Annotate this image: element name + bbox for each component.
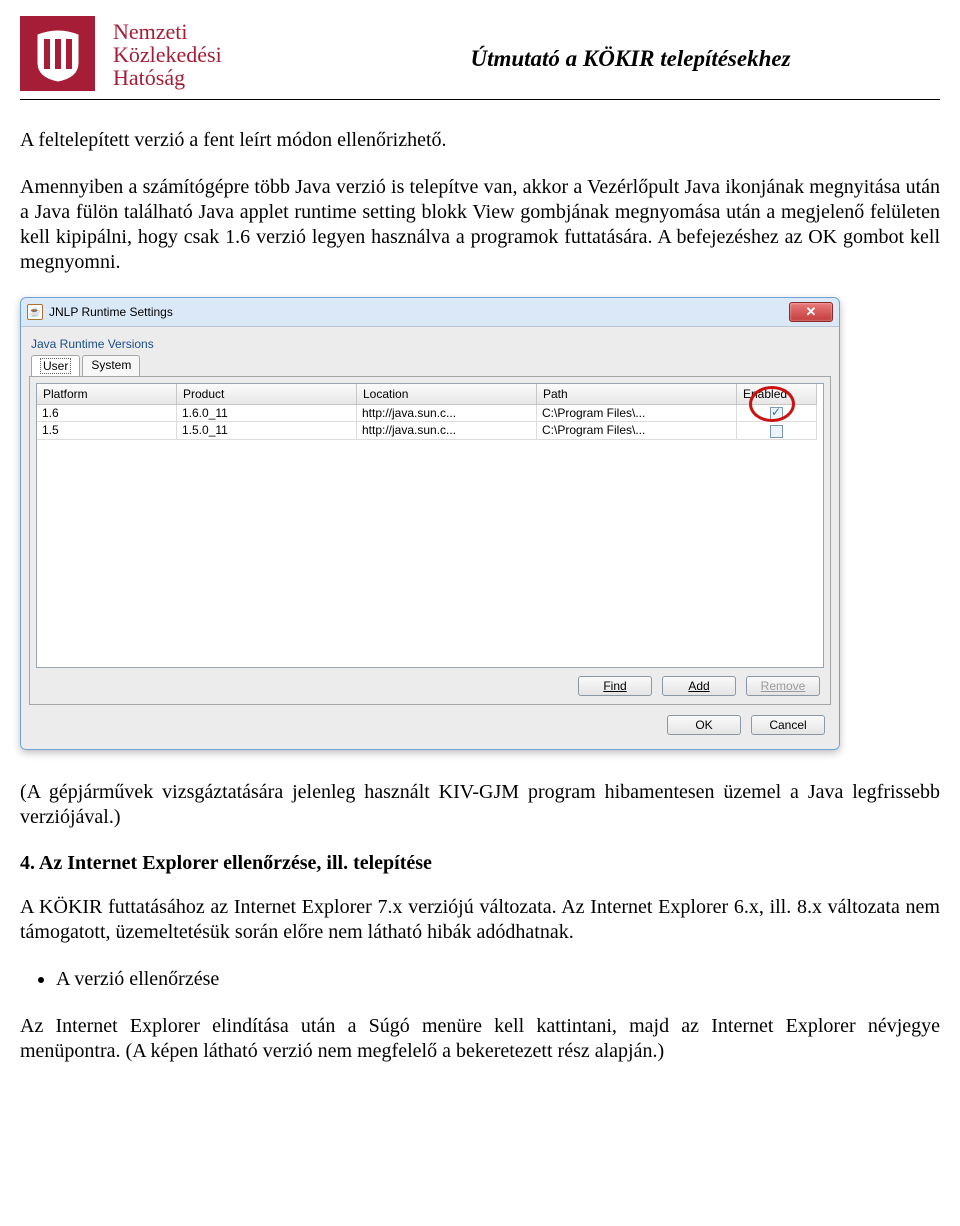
cell-path: C:\Program Files\... — [537, 405, 737, 422]
tab-user[interactable]: User — [31, 355, 80, 376]
tab-system[interactable]: System — [82, 355, 140, 376]
table-button-row: Find Add Remove — [36, 668, 824, 696]
paragraph-3: (A gépjárművek vizsgáztatására jelenleg … — [20, 780, 940, 830]
col-location[interactable]: Location — [357, 384, 537, 405]
dialog-title-text: JNLP Runtime Settings — [49, 305, 789, 319]
list-item: A verzió ellenőrzése — [56, 967, 940, 992]
add-button[interactable]: Add — [662, 676, 736, 696]
close-button[interactable]: ✕ — [789, 302, 833, 322]
cell-product: 1.6.0_11 — [177, 405, 357, 422]
dialog-titlebar: ☕ JNLP Runtime Settings ✕ — [21, 298, 839, 326]
cell-platform: 1.6 — [37, 405, 177, 422]
table-header-row: Platform Product Location Path Enabled — [37, 384, 823, 405]
section-heading-4: 4. Az Internet Explorer ellenőrzése, ill… — [20, 852, 940, 875]
tab-panel: Platform Product Location Path Enabled 1… — [29, 376, 831, 705]
table-row[interactable]: 1.6 1.6.0_11 http://java.sun.c... C:\Pro… — [37, 405, 823, 422]
table-empty-area — [37, 440, 823, 667]
col-path[interactable]: Path — [537, 384, 737, 405]
ok-button[interactable]: OK — [667, 715, 741, 735]
find-button[interactable]: Find — [578, 676, 652, 696]
dialog-footer: OK Cancel — [29, 705, 831, 739]
paragraph-1: A feltelepített verzió a fent leírt módo… — [20, 128, 940, 153]
document-title: Útmutató a KÖKIR telepítésekhez — [321, 16, 940, 72]
col-product[interactable]: Product — [177, 384, 357, 405]
cell-location: http://java.sun.c... — [357, 405, 537, 422]
org-logo — [20, 16, 95, 91]
cell-enabled[interactable] — [737, 405, 817, 422]
page-header: Nemzeti Közlekedési Hatóság Útmutató a K… — [20, 16, 940, 91]
bullet-list: A verzió ellenőrzése — [56, 967, 940, 992]
remove-button: Remove — [746, 676, 820, 696]
cell-path: C:\Program Files\... — [537, 422, 737, 439]
group-label: Java Runtime Versions — [31, 337, 831, 351]
col-enabled[interactable]: Enabled — [737, 384, 817, 405]
org-name: Nemzeti Közlekedési Hatóság — [113, 16, 303, 89]
cell-enabled[interactable] — [737, 422, 817, 439]
paragraph-2: Amennyiben a számítógépre több Java verz… — [20, 175, 940, 275]
org-name-line3: Hatóság — [113, 66, 303, 89]
cell-location: http://java.sun.c... — [357, 422, 537, 439]
tab-bar: User System — [31, 355, 831, 376]
java-icon: ☕ — [27, 304, 43, 320]
table-row[interactable]: 1.5 1.5.0_11 http://java.sun.c... C:\Pro… — [37, 422, 823, 439]
paragraph-4: A KÖKIR futtatásához az Internet Explore… — [20, 895, 940, 945]
cell-platform: 1.5 — [37, 422, 177, 439]
cell-product: 1.5.0_11 — [177, 422, 357, 439]
cancel-button[interactable]: Cancel — [751, 715, 825, 735]
runtime-table: Platform Product Location Path Enabled 1… — [36, 383, 824, 668]
org-name-line1: Nemzeti — [113, 20, 303, 43]
checkbox-icon[interactable] — [770, 407, 783, 420]
header-divider — [20, 99, 940, 100]
org-name-line2: Közlekedési — [113, 43, 303, 66]
col-platform[interactable]: Platform — [37, 384, 177, 405]
jnlp-dialog-figure: ☕ JNLP Runtime Settings ✕ Java Runtime V… — [20, 297, 840, 750]
dialog-window: ☕ JNLP Runtime Settings ✕ Java Runtime V… — [20, 297, 840, 750]
paragraph-5: Az Internet Explorer elindítása után a S… — [20, 1014, 940, 1064]
checkbox-icon[interactable] — [770, 425, 783, 438]
